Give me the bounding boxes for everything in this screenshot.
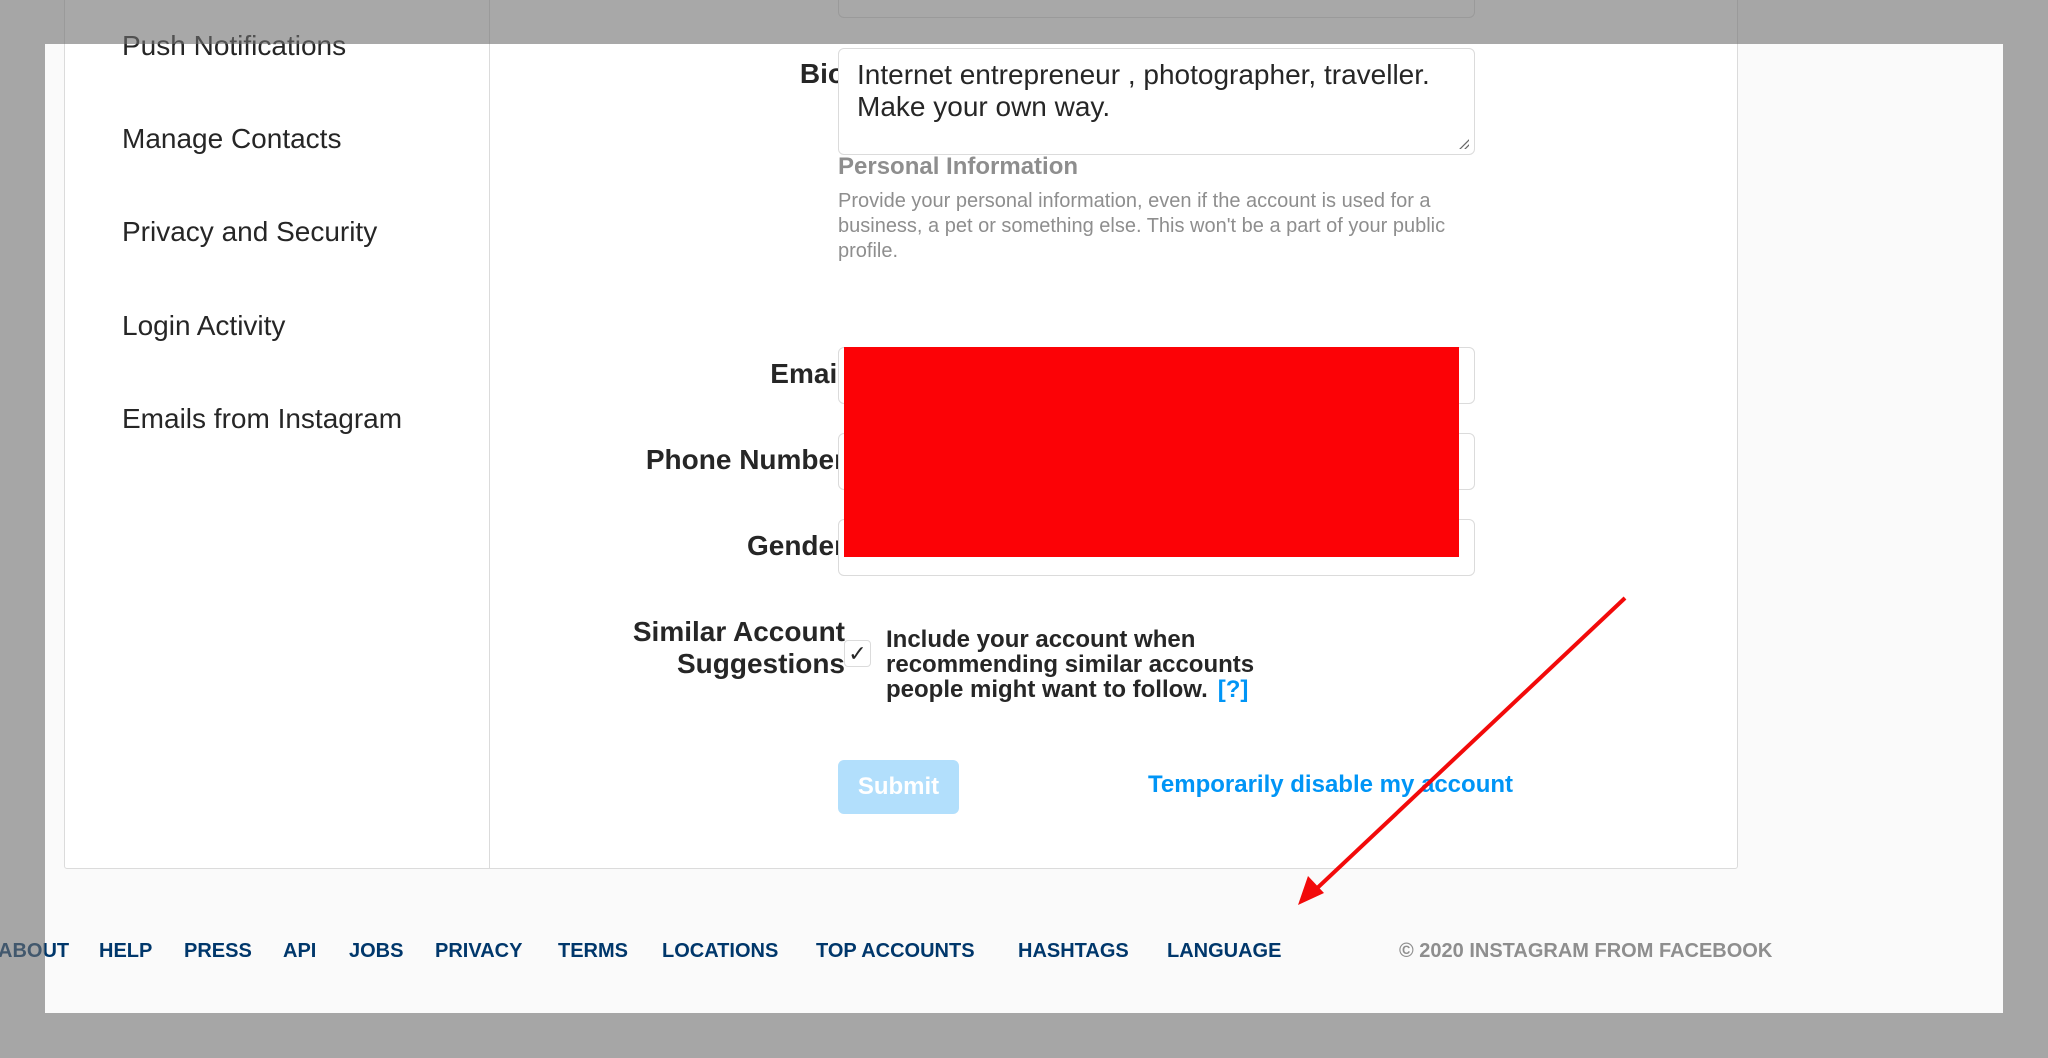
footer: ABOUT HELP PRESS API JOBS PRIVACY TERMS … — [0, 940, 2048, 970]
dim-overlay-left — [0, 44, 45, 1013]
email-label: Email — [770, 358, 845, 389]
redaction-box — [844, 347, 1459, 557]
footer-link-language[interactable]: LANGUAGE — [1167, 940, 1281, 963]
footer-link-jobs[interactable]: JOBS — [349, 940, 403, 963]
page: Push Notifications Manage Contacts Priva… — [0, 0, 2048, 1058]
footer-link-about[interactable]: ABOUT — [0, 940, 69, 963]
footer-link-help[interactable]: HELP — [99, 940, 152, 963]
footer-link-api[interactable]: API — [283, 940, 316, 963]
footer-link-press[interactable]: PRESS — [184, 940, 252, 963]
arrow-head-icon — [1298, 876, 1324, 905]
similar-accounts-text: Include your account when recommending s… — [886, 626, 1255, 703]
footer-link-terms[interactable]: TERMS — [558, 940, 628, 963]
dim-overlay-right — [2003, 44, 2048, 1013]
similar-account-suggestions-label: Similar Account Suggestions — [633, 616, 845, 680]
personal-information-description: Provide your personal information, even … — [838, 190, 1446, 262]
gender-label: Gender — [746, 530, 845, 561]
sidebar-item-privacy-security[interactable]: Privacy and Security — [122, 216, 377, 248]
sidebar-item-emails-from-instagram[interactable]: Emails from Instagram — [122, 403, 402, 435]
similar-accounts-checkbox[interactable]: ✓ — [844, 640, 871, 667]
temporarily-disable-account-link[interactable]: Temporarily disable my account — [1148, 771, 1513, 799]
phone-number-label: Phone Number — [645, 444, 845, 475]
personal-information-title: Personal Information — [838, 153, 1079, 180]
sidebar-item-push-notifications[interactable]: Push Notifications — [122, 30, 346, 62]
bio-textarea[interactable]: Internet entrepreneur , photographer, tr… — [838, 48, 1475, 155]
dim-overlay-bottom — [0, 1013, 2048, 1058]
checkmark-icon: ✓ — [848, 640, 867, 666]
sidebar-item-login-activity[interactable]: Login Activity — [122, 310, 285, 342]
footer-link-hashtags[interactable]: HASHTAGS — [1018, 940, 1129, 963]
sidebar-divider — [489, 0, 490, 868]
similar-account-label-line2: Suggestions — [676, 648, 845, 679]
form-labels: Bio Email Phone Number Gender Similar Ac… — [555, 0, 845, 868]
similar-account-label-line1: Similar Account — [632, 616, 845, 647]
similar-accounts-description: Include your account when recommending s… — [886, 627, 1306, 702]
copyright-text: © 2020 INSTAGRAM FROM FACEBOOK — [1399, 940, 1773, 962]
help-link[interactable]: [?] — [1218, 676, 1249, 703]
footer-link-top-accounts[interactable]: TOP ACCOUNTS — [816, 940, 975, 963]
previous-field-input[interactable] — [838, 0, 1475, 18]
footer-link-privacy[interactable]: PRIVACY — [435, 940, 522, 963]
resize-grip-icon[interactable] — [1457, 137, 1469, 149]
footer-link-locations[interactable]: LOCATIONS — [662, 940, 778, 963]
sidebar-item-manage-contacts[interactable]: Manage Contacts — [122, 123, 341, 155]
submit-button[interactable]: Submit — [838, 760, 959, 814]
